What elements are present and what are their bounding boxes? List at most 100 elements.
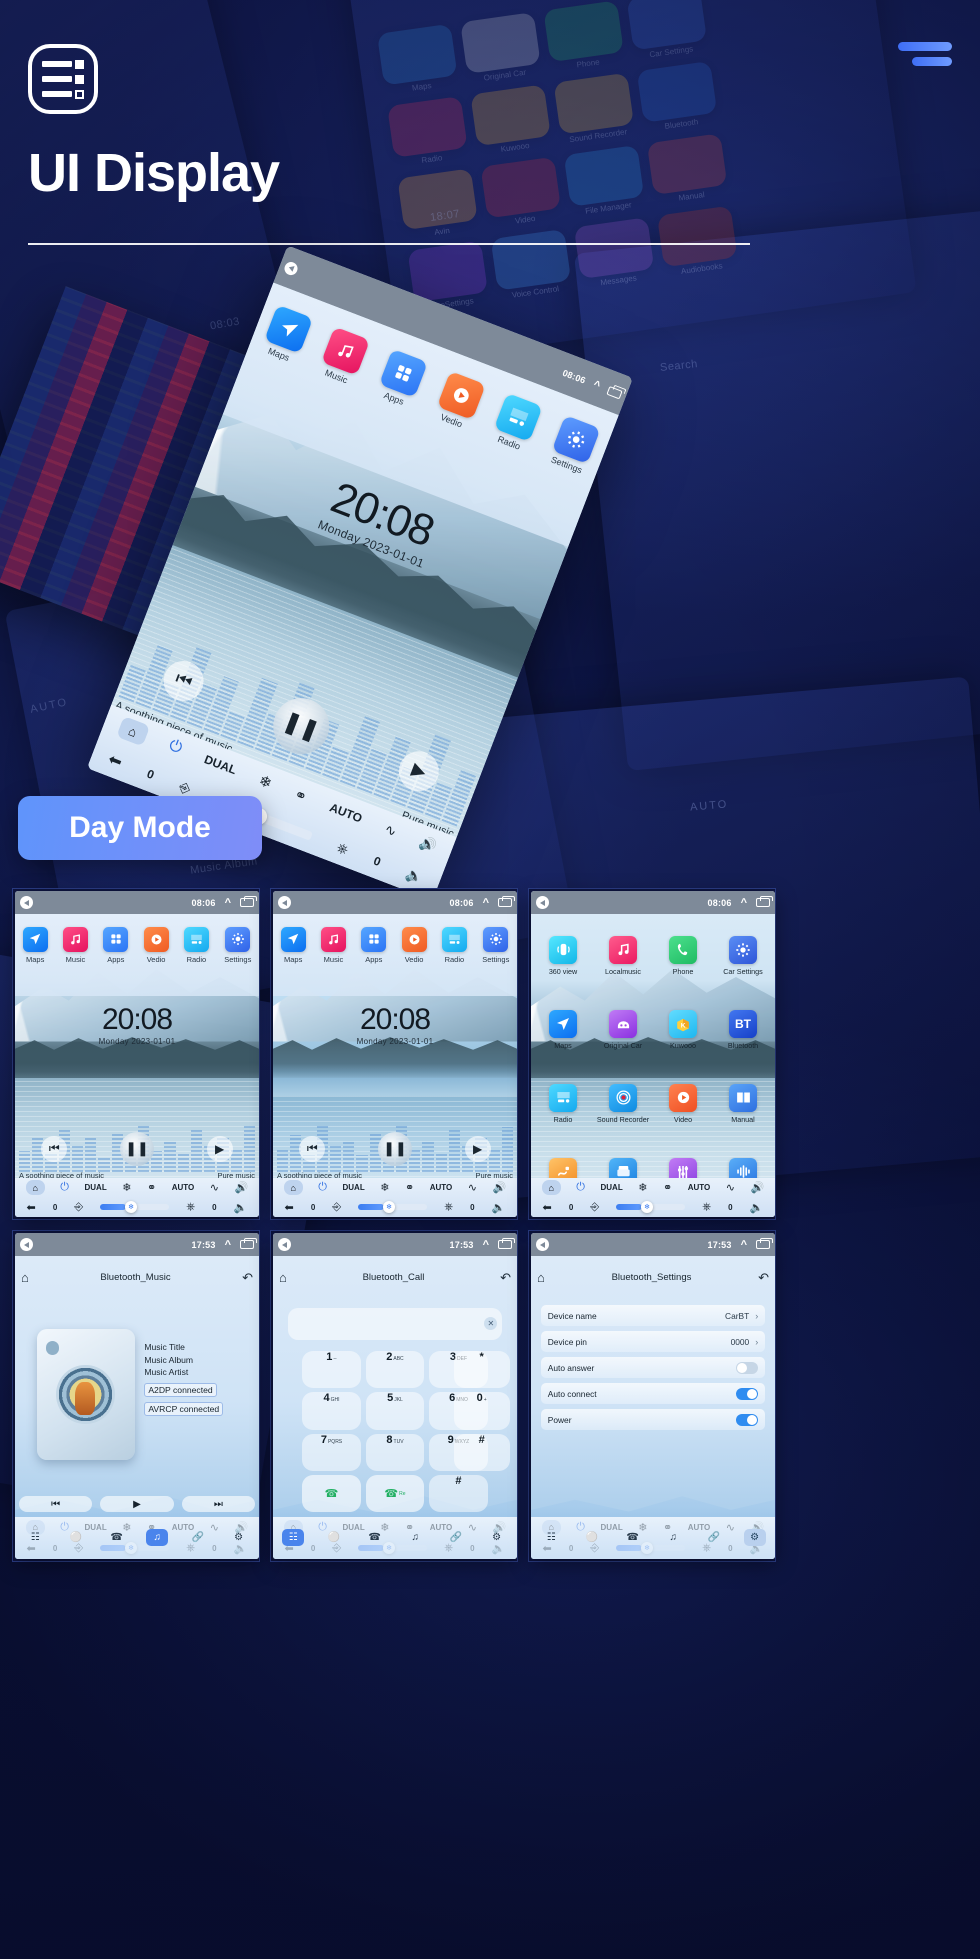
home-app-vedio[interactable]: Vedio <box>143 926 169 964</box>
back-arrow-icon[interactable] <box>278 896 291 910</box>
volume-up-icon[interactable]: 🔊 <box>234 1181 248 1194</box>
recents-icon[interactable] <box>240 895 257 908</box>
back-arrow-icon[interactable] <box>536 1238 549 1252</box>
setting-row-auto-connect[interactable]: Auto connect <box>540 1383 766 1405</box>
tab-pair[interactable]: 🔗 <box>187 1529 209 1546</box>
volume-up-icon[interactable]: 🔊 <box>492 1181 506 1194</box>
heated-seat-icon[interactable]: ⎈ <box>186 1201 195 1214</box>
pause-icon[interactable]: ❚❚ <box>377 1131 412 1166</box>
snowflake-icon[interactable]: ❄ <box>638 1181 647 1194</box>
home-app-vedio[interactable]: Vedio <box>432 370 486 432</box>
setting-row-device-name[interactable]: Device name CarBT › <box>540 1305 766 1327</box>
key-2[interactable]: 2 ABC <box>365 1351 425 1389</box>
skip-next-icon[interactable]: ▶ <box>464 1135 491 1162</box>
rear-defrost-icon[interactable]: ⚭ <box>147 1181 156 1194</box>
recents-icon[interactable] <box>606 385 623 400</box>
snowflake-icon[interactable]: ❄ <box>256 772 274 793</box>
power-icon[interactable]: ⏻ <box>166 737 185 758</box>
tab-contacts[interactable]: ⚪ <box>65 1529 87 1546</box>
tab-music[interactable]: ♫ <box>146 1529 169 1547</box>
redial-icon[interactable]: ☎ Re <box>365 1474 425 1513</box>
home-app-settings[interactable]: Settings <box>482 926 509 964</box>
app-video[interactable]: Video <box>653 1067 713 1141</box>
home-app-apps[interactable]: Apps <box>374 348 429 410</box>
recents-icon[interactable] <box>756 895 773 908</box>
home-icon[interactable]: ⌂ <box>25 1180 45 1195</box>
skip-previous-icon[interactable]: ⏮ <box>19 1496 93 1513</box>
tile-home-lake[interactable]: 08:06 ^ Maps Music Apps Vedio Radio Sett… <box>12 888 260 1220</box>
auto-label[interactable]: AUTO <box>430 1183 453 1192</box>
key-0[interactable]: 0 + <box>453 1392 510 1430</box>
seat-icon[interactable]: ⎆ <box>177 778 193 798</box>
home-app-maps[interactable]: Maps <box>259 304 314 365</box>
auto-label[interactable]: AUTO <box>328 801 365 826</box>
power-icon[interactable]: ⏻ <box>576 1181 585 1194</box>
power-toggle[interactable] <box>736 1413 759 1426</box>
dual-label[interactable]: DUAL <box>600 1183 622 1192</box>
power-icon[interactable]: ⏻ <box>318 1181 327 1194</box>
setting-row-device-pin[interactable]: Device pin 0000 › <box>540 1331 766 1353</box>
app-manual[interactable]: Manual <box>713 1067 773 1141</box>
back-arrow-icon[interactable] <box>536 896 549 910</box>
back-arrow-icon[interactable]: ⬅ <box>543 1201 552 1214</box>
home-app-radio[interactable]: Radio <box>441 926 467 964</box>
return-icon[interactable]: ↶ <box>242 1270 253 1286</box>
app-bluetooth[interactable]: BT Bluetooth <box>713 993 773 1067</box>
auto-label[interactable]: AUTO <box>688 1183 711 1192</box>
key-hash-col[interactable]: # <box>453 1433 510 1471</box>
app-maps[interactable]: Maps <box>533 993 593 1067</box>
volume-down-icon[interactable]: 🔈 <box>750 1201 764 1214</box>
rear-defrost-icon[interactable]: ⚭ <box>292 785 310 806</box>
hamburger-menu[interactable] <box>898 42 952 66</box>
tab-music[interactable]: ♫ <box>662 1529 684 1546</box>
tile-bluetooth-music[interactable]: 17:53 ^ ⌂ Bluetooth_Music ↶ Music Title … <box>12 1230 260 1562</box>
tab-contacts[interactable]: ⚪ <box>581 1529 603 1546</box>
key-7[interactable]: 7 PQRS <box>302 1433 361 1471</box>
dual-label[interactable]: DUAL <box>202 752 238 777</box>
volume-down-icon[interactable]: 🔈 <box>234 1201 248 1214</box>
skip-previous-icon[interactable]: ⏮ <box>41 1135 68 1162</box>
home-app-maps[interactable]: Maps <box>22 926 48 964</box>
app-kuwooo[interactable]: K Kuwooo <box>653 993 713 1067</box>
skip-next-icon[interactable]: ▶ <box>206 1135 233 1162</box>
auto-label[interactable]: AUTO <box>172 1183 195 1192</box>
back-arrow-icon[interactable]: ⬅ <box>27 1201 36 1214</box>
volume-down-icon[interactable]: 🔈 <box>403 865 426 887</box>
return-icon[interactable]: ↶ <box>500 1270 511 1286</box>
home-app-music[interactable]: Music <box>317 326 371 388</box>
tile-apps-grid[interactable]: 08:06 ^ 360 view Localmusic Phone Car Se… <box>528 888 776 1220</box>
app-localmusic[interactable]: Localmusic <box>593 918 653 992</box>
tab-settings[interactable]: ⚙ <box>743 1529 766 1547</box>
temperature-slider[interactable]: ❄ <box>100 1201 170 1214</box>
fan-icon[interactable]: ∿ <box>726 1181 735 1194</box>
fan-icon[interactable]: ∿ <box>210 1181 219 1194</box>
app-360-view[interactable]: 360 view <box>533 918 593 992</box>
return-icon[interactable]: ↶ <box>758 1270 769 1286</box>
seat-icon[interactable]: ⎆ <box>74 1201 83 1214</box>
volume-up-icon[interactable]: 🔊 <box>750 1181 764 1194</box>
auto-answer-toggle[interactable] <box>736 1361 759 1374</box>
rear-defrost-icon[interactable]: ⚭ <box>405 1181 414 1194</box>
temperature-slider[interactable]: ❄ <box>358 1201 428 1214</box>
double-chevron-up-icon[interactable]: ^ <box>741 897 747 909</box>
temperature-slider[interactable]: ❄ <box>616 1201 686 1214</box>
back-arrow-icon[interactable]: ⬅ <box>285 1201 294 1214</box>
volume-down-icon[interactable]: 🔈 <box>492 1201 506 1214</box>
double-chevron-up-icon[interactable]: ^ <box>225 897 231 909</box>
key-star[interactable]: * <box>453 1351 510 1389</box>
rear-defrost-icon[interactable]: ⚭ <box>663 1181 672 1194</box>
call-icon[interactable]: ☎ <box>302 1474 361 1513</box>
recents-icon[interactable] <box>240 1237 257 1250</box>
seat-icon[interactable]: ⎆ <box>332 1201 341 1214</box>
dual-label[interactable]: DUAL <box>84 1183 106 1192</box>
snowflake-icon[interactable]: ❄ <box>122 1181 131 1194</box>
key-5[interactable]: 5 JKL <box>365 1392 425 1430</box>
home-app-music[interactable]: Music <box>62 926 88 964</box>
snowflake-icon[interactable]: ❄ <box>380 1181 389 1194</box>
tab-calllog[interactable]: ☎ <box>106 1529 128 1546</box>
tab-contacts[interactable]: ⚪ <box>323 1529 345 1546</box>
play-icon[interactable]: ▶ <box>100 1496 174 1513</box>
tab-music[interactable]: ♫ <box>404 1529 426 1546</box>
home-app-music[interactable]: Music <box>320 926 346 964</box>
heated-seat-icon[interactable]: ⎈ <box>444 1201 453 1214</box>
